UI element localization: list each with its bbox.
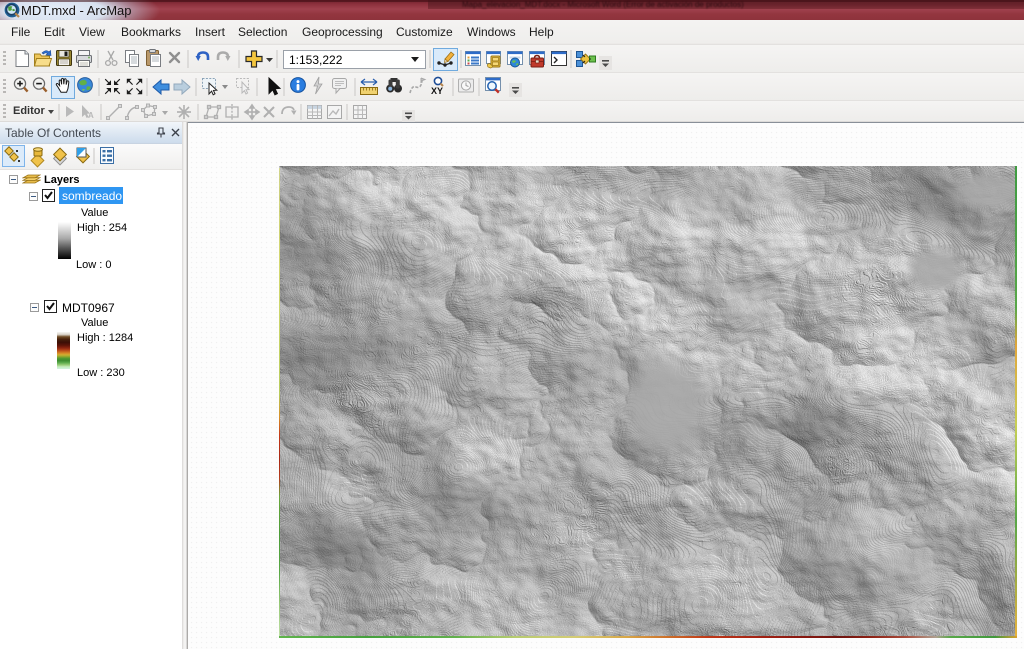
svg-text:A: A — [88, 111, 94, 120]
svg-text:XY: XY — [431, 86, 443, 96]
